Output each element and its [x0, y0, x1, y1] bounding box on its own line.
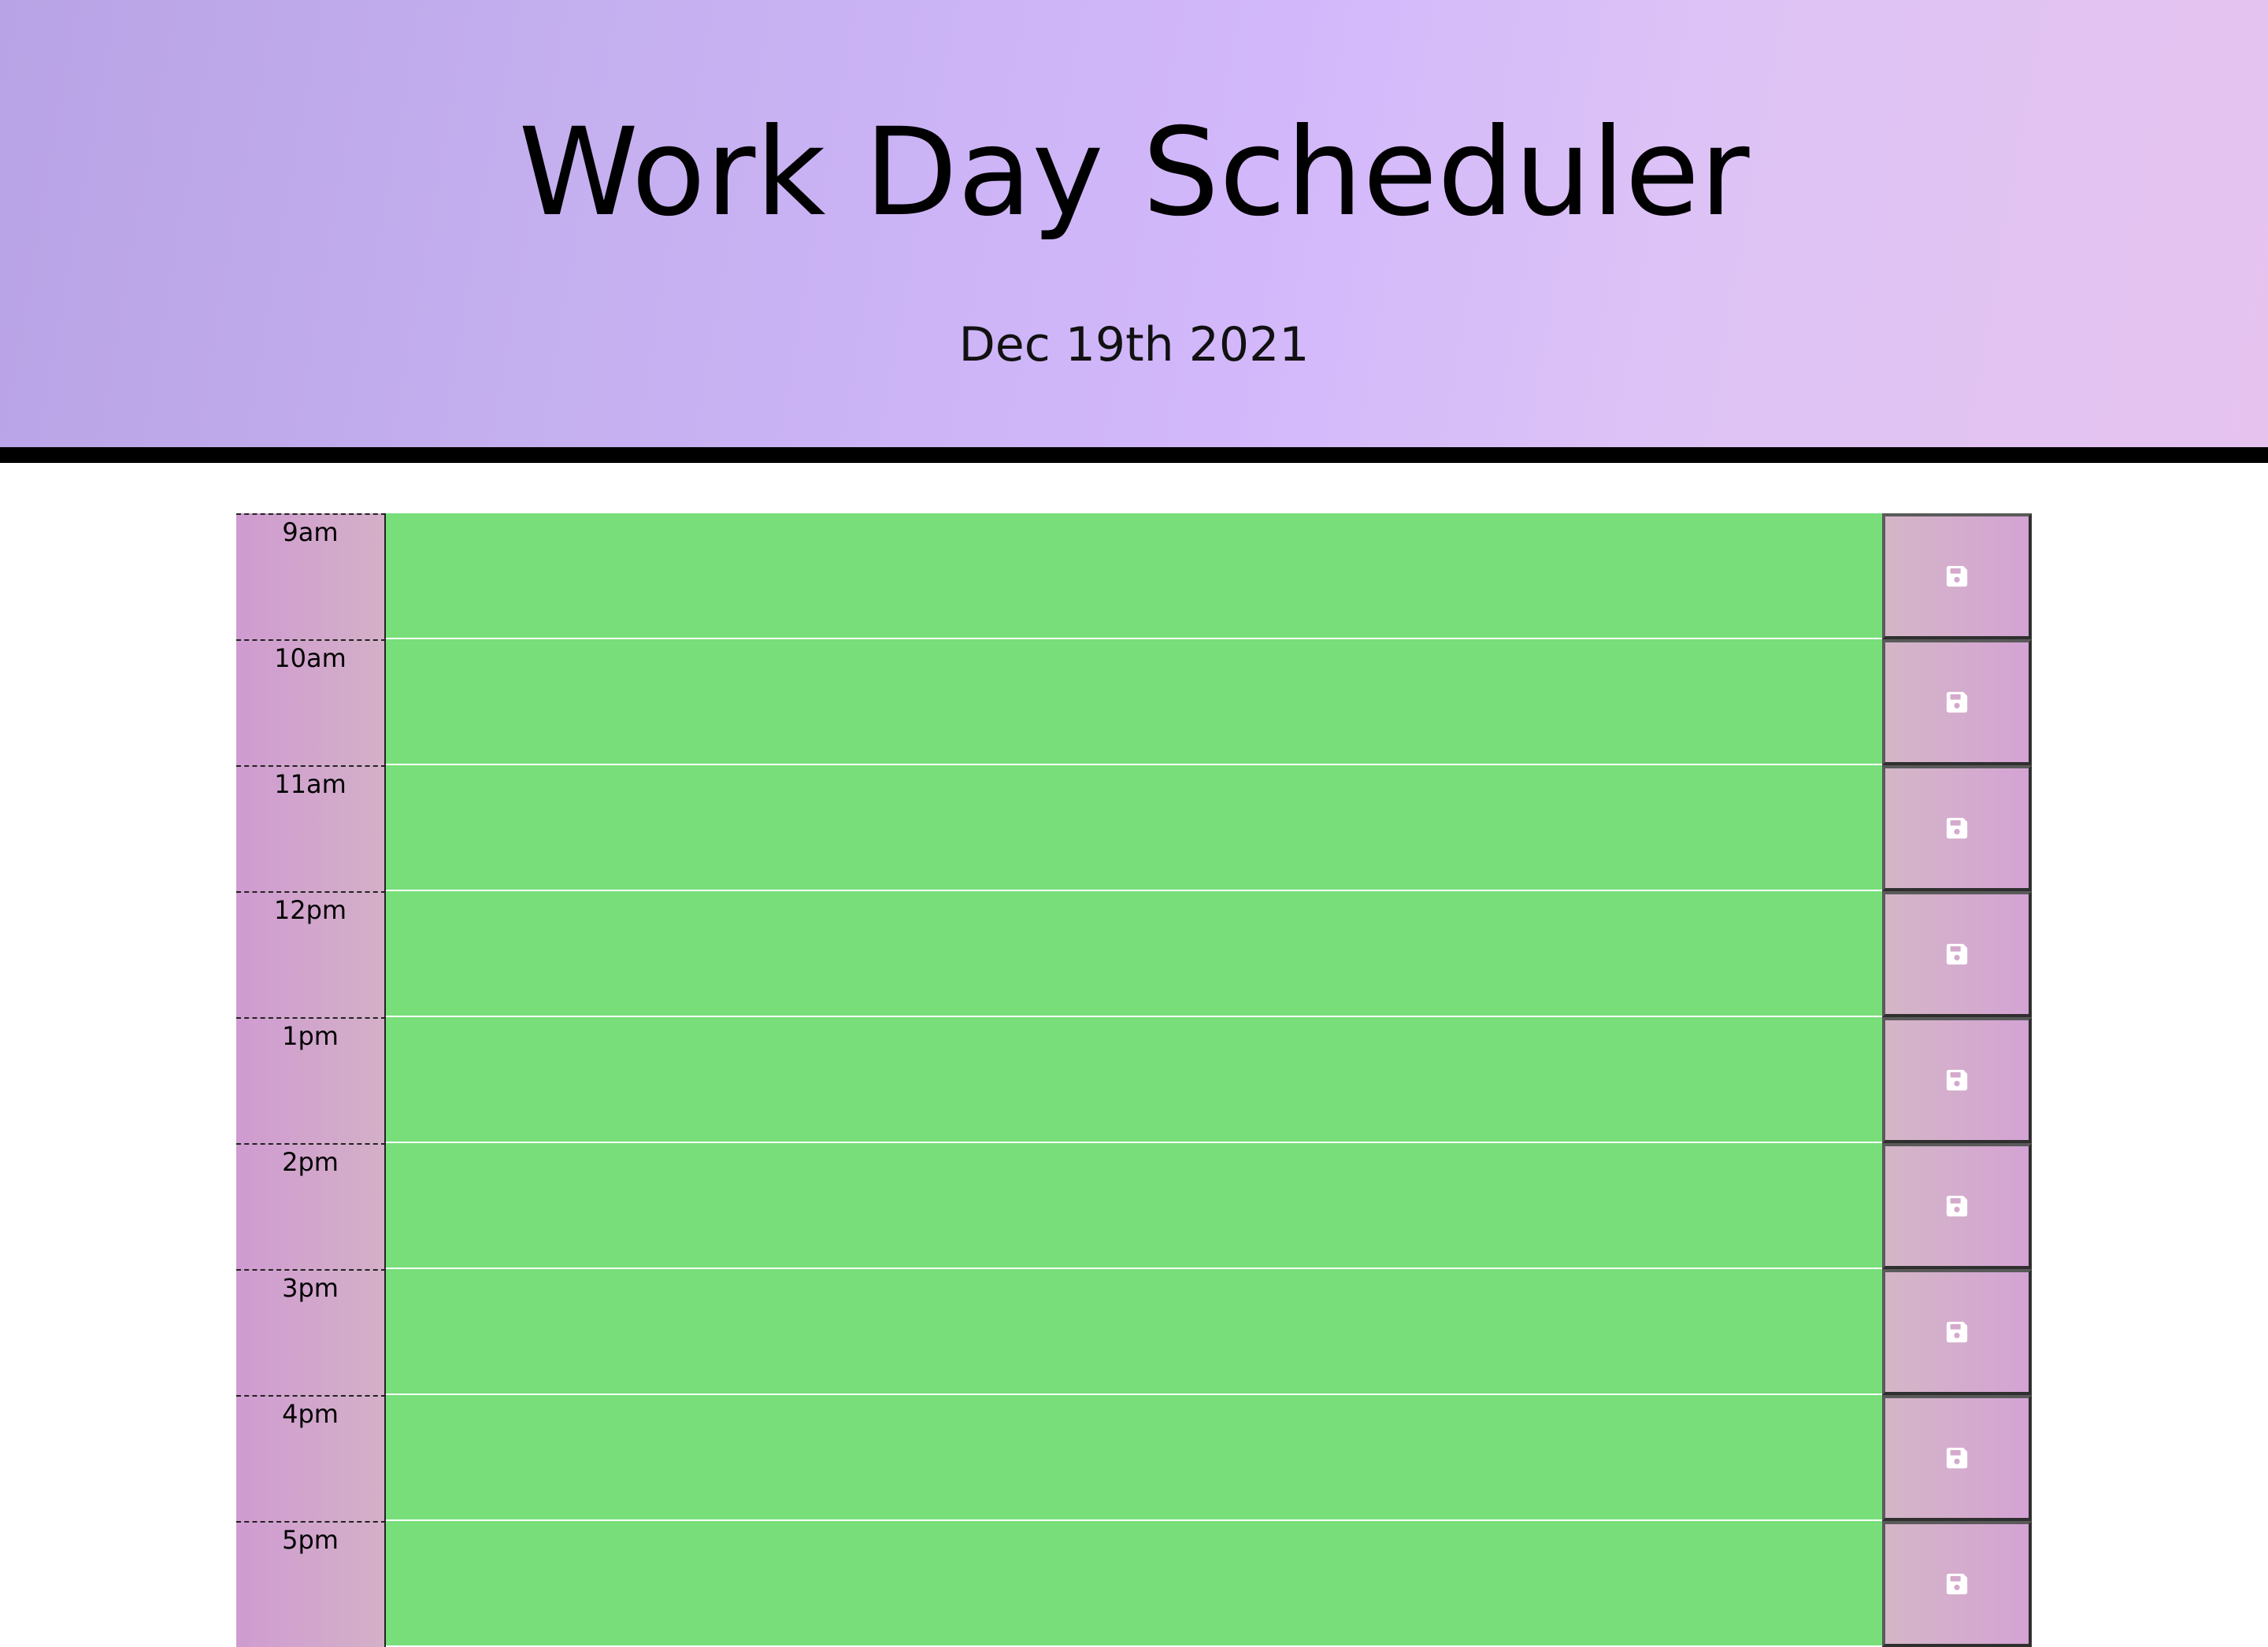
description-input[interactable]	[386, 1017, 1882, 1143]
time-block: 9am	[236, 513, 2032, 639]
description-input[interactable]	[386, 1395, 1882, 1521]
hour-label: 2pm	[236, 1143, 386, 1269]
hour-label: 1pm	[236, 1017, 386, 1143]
save-icon	[1946, 1447, 1968, 1469]
save-button[interactable]	[1882, 1017, 2032, 1143]
save-button[interactable]	[1882, 765, 2032, 891]
description-input[interactable]	[386, 639, 1882, 765]
description-input[interactable]	[386, 1269, 1882, 1395]
time-block: 2pm	[236, 1143, 2032, 1269]
schedule-container: 9am 10am 11am 12pm 1pm 2pm 3pm 4pm 5pm	[236, 513, 2032, 1647]
save-icon	[1946, 943, 1968, 965]
description-input[interactable]	[386, 891, 1882, 1017]
page-title: Work Day Scheduler	[518, 102, 1750, 243]
description-input[interactable]	[386, 1521, 1882, 1647]
hour-label: 9am	[236, 513, 386, 639]
hour-label: 12pm	[236, 891, 386, 1017]
time-block: 3pm	[236, 1269, 2032, 1395]
hour-label: 10am	[236, 639, 386, 765]
save-icon	[1946, 1321, 1968, 1343]
save-icon	[1946, 1069, 1968, 1091]
time-block: 10am	[236, 639, 2032, 765]
header-jumbotron: Work Day Scheduler Dec 19th 2021	[0, 0, 2268, 463]
description-input[interactable]	[386, 1143, 1882, 1269]
save-icon	[1946, 1195, 1968, 1217]
hour-label: 11am	[236, 765, 386, 891]
time-block: 5pm	[236, 1521, 2032, 1647]
save-button[interactable]	[1882, 1143, 2032, 1269]
save-button[interactable]	[1882, 1269, 2032, 1395]
save-icon	[1946, 565, 1968, 587]
save-button[interactable]	[1882, 513, 2032, 639]
description-input[interactable]	[386, 765, 1882, 891]
save-icon	[1946, 691, 1968, 713]
save-button[interactable]	[1882, 891, 2032, 1017]
hour-label: 4pm	[236, 1395, 386, 1521]
save-button[interactable]	[1882, 1395, 2032, 1521]
hour-label: 3pm	[236, 1269, 386, 1395]
save-icon	[1946, 1573, 1968, 1595]
time-block: 1pm	[236, 1017, 2032, 1143]
time-block: 4pm	[236, 1395, 2032, 1521]
description-input[interactable]	[386, 513, 1882, 639]
save-icon	[1946, 817, 1968, 839]
time-block: 12pm	[236, 891, 2032, 1017]
save-button[interactable]	[1882, 639, 2032, 765]
save-button[interactable]	[1882, 1521, 2032, 1647]
current-day: Dec 19th 2021	[958, 317, 1310, 372]
hour-label: 5pm	[236, 1521, 386, 1647]
time-block: 11am	[236, 765, 2032, 891]
